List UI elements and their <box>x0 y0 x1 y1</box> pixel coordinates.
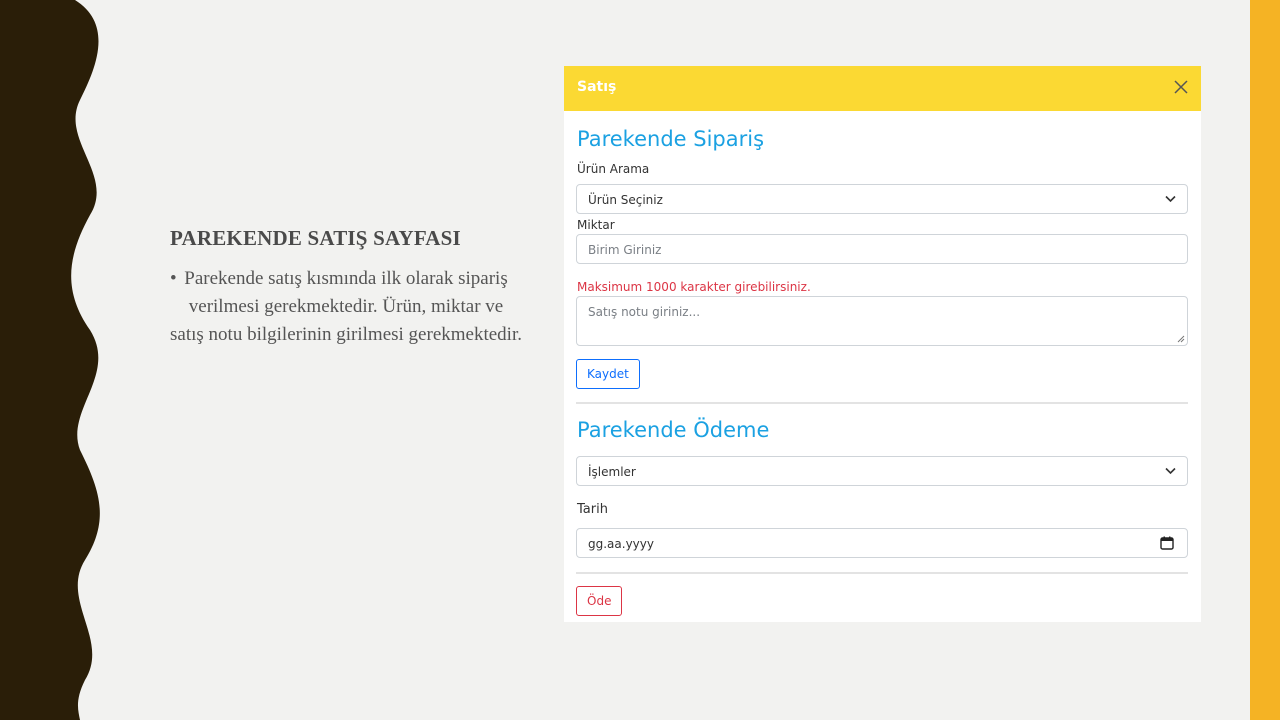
date-input[interactable]: gg.aa.yyyy <box>576 528 1188 558</box>
decorative-wave-band <box>0 0 100 720</box>
sales-note-textarea[interactable]: Satış notu giriniz... <box>576 296 1188 346</box>
calendar-icon[interactable] <box>1160 536 1174 550</box>
date-label: Tarih <box>577 502 608 517</box>
modal-title: Satış <box>577 79 617 95</box>
sales-modal: Satış Parekende Sipariş Ürün Arama Ürün … <box>564 66 1201 622</box>
section-divider <box>576 572 1188 574</box>
chevron-down-icon <box>1165 467 1176 475</box>
payment-heading: Parekende Ödeme <box>577 418 770 442</box>
bullet-marker: • <box>170 268 177 289</box>
slide-body-text: Parekende satış kısmında ilk olarak sipa… <box>170 268 522 345</box>
slide-title: PAREKENDE SATIŞ SAYFASI <box>170 226 461 250</box>
operations-select-value: İşlemler <box>588 465 636 479</box>
date-placeholder: gg.aa.yyyy <box>588 537 654 551</box>
product-select-value: Ürün Seçiniz <box>588 193 663 207</box>
pay-button[interactable]: Öde <box>576 586 623 616</box>
chevron-down-icon <box>1165 195 1176 203</box>
quantity-placeholder: Birim Giriniz <box>588 243 662 257</box>
slide-text-block: PAREKENDE SATIŞ SAYFASI • Parekende satı… <box>170 226 522 349</box>
quantity-label: Miktar <box>577 218 615 232</box>
note-length-warning: Maksimum 1000 karakter girebilirsiniz. <box>577 280 811 294</box>
modal-header: Satış <box>564 66 1201 111</box>
resize-handle-icon[interactable] <box>1177 335 1185 343</box>
quantity-input[interactable]: Birim Giriniz <box>576 234 1188 264</box>
order-heading: Parekende Sipariş <box>577 127 765 151</box>
product-search-label: Ürün Arama <box>577 162 650 176</box>
save-button[interactable]: Kaydet <box>576 359 640 389</box>
close-icon[interactable] <box>1173 79 1189 95</box>
product-select[interactable]: Ürün Seçiniz <box>576 184 1188 214</box>
operations-select[interactable]: İşlemler <box>576 456 1188 486</box>
sales-note-placeholder: Satış notu giriniz... <box>588 305 701 319</box>
section-divider <box>576 402 1188 404</box>
accent-bar <box>1250 0 1280 720</box>
slide-body: • Parekende satış kısmında ilk olarak si… <box>170 265 522 349</box>
